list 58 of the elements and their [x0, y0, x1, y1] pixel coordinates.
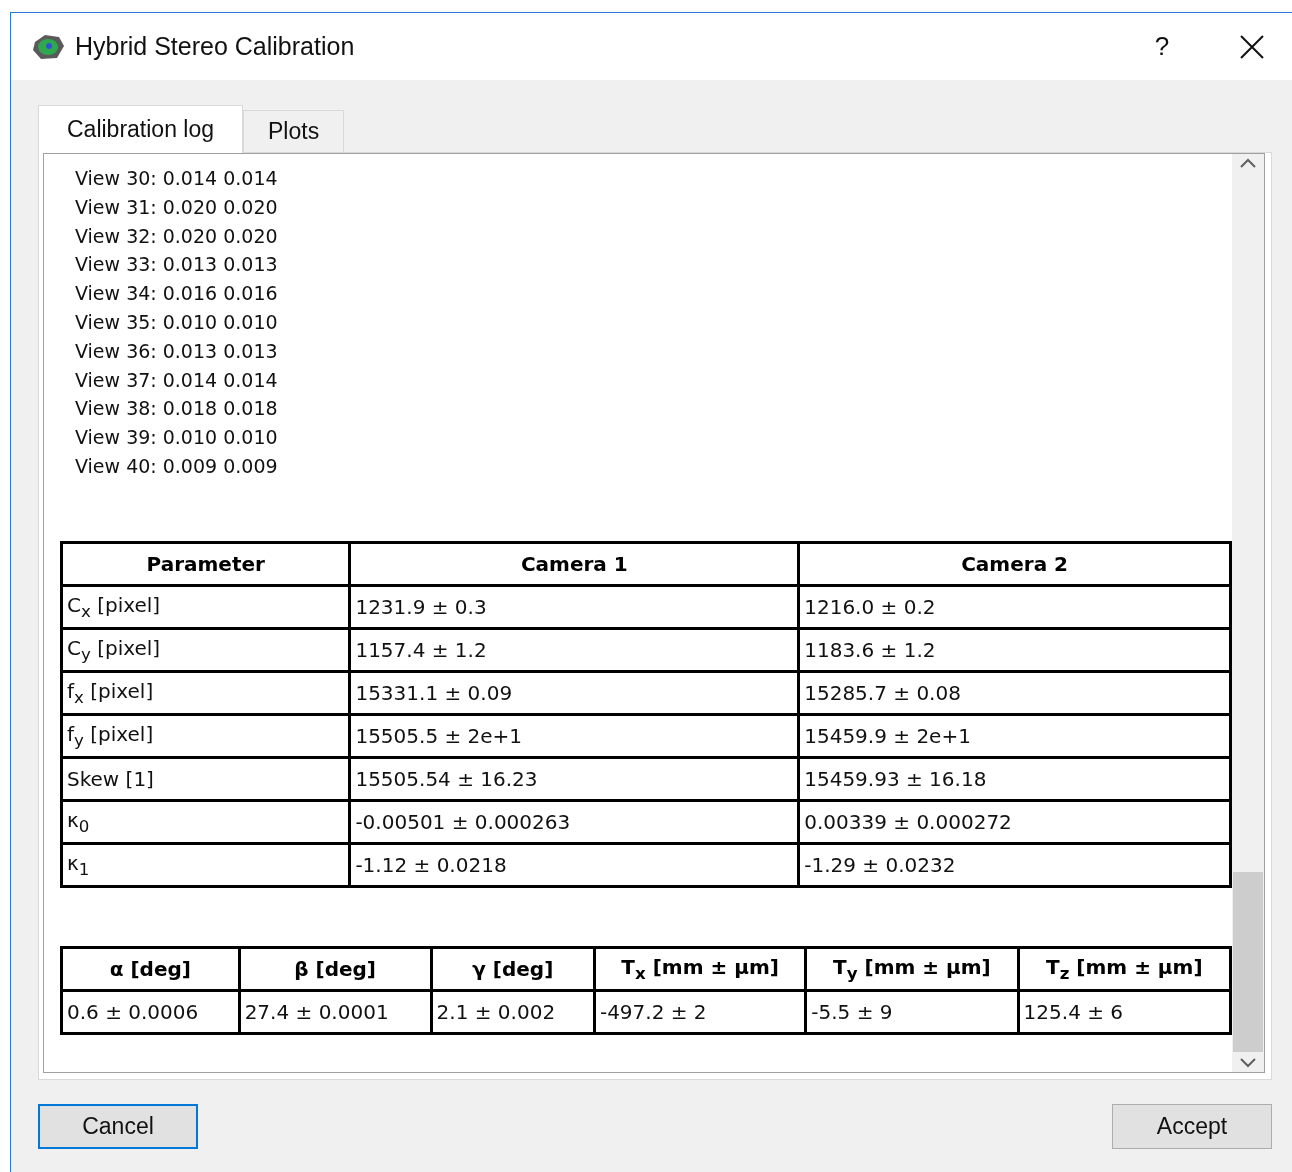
log-line: View 39: 0.010 0.010: [74, 425, 279, 451]
column-header: β [deg]: [239, 947, 432, 991]
column-header: α [deg]: [61, 947, 240, 991]
column-header: Camera 1: [349, 542, 799, 586]
table-cell: 0.6 ± 0.0006: [61, 990, 240, 1034]
table-cell: Skew [1]: [61, 757, 350, 801]
log-line: View 36: 0.013 0.013: [74, 338, 279, 364]
log-line: View 33: 0.013 0.013: [74, 252, 279, 278]
scroll-up-icon[interactable]: [1240, 158, 1256, 168]
log-line: View 31: 0.020 0.020: [74, 194, 279, 220]
scroll-thumb[interactable]: [1233, 872, 1263, 1052]
close-icon: [1240, 34, 1264, 59]
table-cell: -5.5 ± 9: [805, 990, 1019, 1034]
cancel-button[interactable]: Cancel: [38, 1103, 198, 1149]
log-line: View 38: 0.018 0.018: [74, 396, 279, 422]
scroll-down-icon[interactable]: [1240, 1058, 1256, 1068]
table-cell: 15505.5 ± 2e+1: [349, 714, 799, 758]
log-line: View 32: 0.020 0.020: [74, 223, 279, 249]
table-cell: -497.2 ± 2: [594, 990, 806, 1034]
tab[interactable]: Calibration log: [38, 105, 244, 153]
table-cell: 27.4 ± 0.0001: [239, 990, 432, 1034]
table-cell: -0.00501 ± 0.000263: [349, 800, 799, 844]
table-cell: C$_{x}$ [pixel]: [61, 585, 350, 629]
table-cell: 15505.54 ± 16.23: [349, 757, 799, 801]
table-cell: 1231.9 ± 0.3: [349, 585, 799, 629]
column-header: T$_{z}$ [mm ± μm]: [1018, 947, 1231, 991]
column-header: T$_{x}$ [mm ± μm]: [594, 947, 806, 991]
table-cell: 1183.6 ± 1.2: [798, 628, 1231, 672]
log-line: View 34: 0.016 0.016: [74, 281, 279, 307]
log-line: View 35: 0.010 0.010: [74, 310, 279, 335]
table-cell: -1.12 ± 0.0218: [349, 843, 799, 887]
table-cell: f$_{y}$ [pixel]: [61, 714, 350, 758]
column-header: γ [deg]: [431, 947, 595, 991]
log-line: View 37: 0.014 0.014: [74, 367, 279, 393]
table-cell: f$_{x}$ [pixel]: [61, 671, 350, 715]
table-cell: 1157.4 ± 1.2: [349, 628, 799, 672]
table-cell: 15459.9 ± 2e+1: [798, 714, 1231, 758]
column-header: Camera 2: [798, 542, 1231, 586]
scrollbar[interactable]: [1232, 154, 1264, 1072]
tab[interactable]: Plots: [243, 110, 345, 152]
table-cell: -1.29 ± 0.0232: [798, 843, 1231, 887]
help-button[interactable]: ?: [1122, 21, 1202, 72]
table-cell: 0.00339 ± 0.000272: [798, 800, 1231, 844]
table-cell: κ$_{0}$: [61, 800, 350, 844]
table-cell: 1216.0 ± 0.2: [798, 585, 1231, 629]
column-header: T$_{y}$ [mm ± μm]: [805, 947, 1019, 991]
table-cell: C$_{y}$ [pixel]: [61, 628, 350, 672]
table-cell: 2.1 ± 0.002: [431, 990, 595, 1034]
log-line: View 40: 0.009 0.009: [74, 453, 279, 479]
log-line: View 30: 0.014 0.014: [74, 166, 279, 191]
table-cell: 125.4 ± 6: [1018, 990, 1231, 1034]
accept-button[interactable]: Accept: [1112, 1103, 1272, 1149]
window-title: Hybrid Stereo Calibration: [75, 32, 356, 61]
table-cell: 15459.93 ± 16.18: [798, 757, 1231, 801]
table-cell: 15331.1 ± 0.09: [349, 671, 799, 715]
column-header: Parameter: [61, 542, 350, 586]
table-cell: κ$_{1}$: [61, 843, 350, 887]
table-cell: 15285.7 ± 0.08: [798, 671, 1231, 715]
